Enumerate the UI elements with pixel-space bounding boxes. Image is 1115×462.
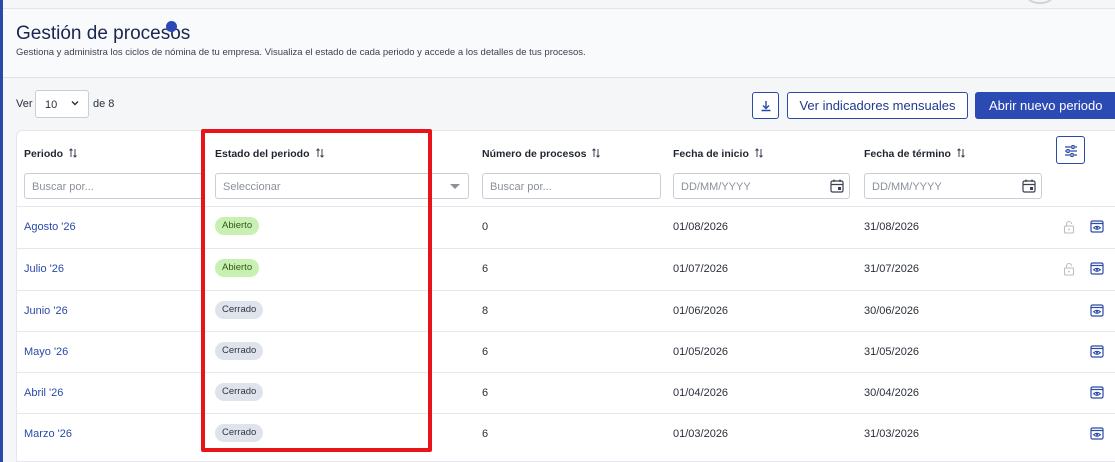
page-total-label: de 8 [93,98,115,110]
period-link[interactable]: Mayo '26 [24,346,68,358]
columns-settings-icon [1065,145,1077,157]
top-bar [0,0,1115,9]
table-row: Junio '26 Cerrado 8 01/06/2026 30/06/202… [17,290,1115,331]
period-link[interactable]: Julio '26 [24,263,64,275]
lock-icon[interactable] [1063,262,1075,276]
page-subtitle: Gestiona y administra los ciclos de nómi… [16,47,586,58]
lock-icon[interactable] [1063,220,1075,234]
period-link[interactable]: Agosto '26 [24,221,76,233]
column-header-start-date[interactable]: Fecha de inicio [673,147,764,160]
sort-icon[interactable] [68,147,78,159]
notification-dot [166,21,177,32]
calendar-icon[interactable] [829,178,845,194]
eye-icon[interactable] [1090,386,1104,399]
process-count: 0 [482,221,489,233]
column-header-end-date[interactable]: Fecha de término [864,147,966,160]
open-new-period-button[interactable]: Abrir nuevo periodo [975,92,1115,119]
calendar-icon[interactable] [1021,178,1037,194]
page: Gestión de procesos Gestiona y administr… [0,0,1115,462]
eye-icon[interactable] [1090,427,1104,440]
column-settings-button[interactable] [1056,136,1085,164]
process-count: 6 [482,263,489,275]
process-count: 6 [482,346,489,358]
end-date-input[interactable]: DD/MM/YYYY [864,173,1042,199]
end-date: 31/08/2026 [864,221,920,233]
end-date: 31/07/2026 [864,263,920,275]
download-icon [761,101,771,112]
page-size-label: Ver [16,98,33,110]
status-badge: Cerrado [215,424,264,442]
periods-table: Periodo Estado del periodo Número de pro… [16,130,1115,462]
end-date: 31/05/2026 [864,346,920,358]
page-size-value: 10 [45,99,58,111]
start-date-input[interactable]: DD/MM/YYYY [673,173,850,199]
eye-icon[interactable] [1090,262,1104,275]
status-select[interactable]: Seleccionar [215,173,469,199]
eye-icon[interactable] [1090,345,1104,358]
eye-icon[interactable] [1090,304,1104,317]
chevron-down-icon [71,101,79,106]
period-search-input[interactable]: Buscar por... [24,173,204,199]
table-row: Julio '26 Abierto 6 01/07/2026 31/07/202… [17,248,1115,290]
status-badge: Cerrado [215,342,264,360]
sort-icon[interactable] [315,147,325,159]
table-row: Mayo '26 Cerrado 6 01/05/2026 31/05/2026 [17,331,1115,372]
period-link[interactable]: Marzo '26 [24,428,72,440]
page-header: Gestión de procesos Gestiona y administr… [3,9,1115,78]
table-row: Marzo '26 Cerrado 6 01/03/2026 31/03/202… [17,413,1115,454]
end-date: 30/06/2026 [864,305,920,317]
process-count: 6 [482,428,489,440]
start-date: 01/06/2026 [673,305,729,317]
period-link[interactable]: Junio '26 [24,305,68,317]
status-badge: Abierto [215,259,260,277]
toolbar: Ver 10 de 8 Ver indicadores mensuales Ab… [0,78,1115,130]
status-badge: Cerrado [215,301,264,319]
process-count: 6 [482,387,489,399]
column-header-period[interactable]: Periodo [24,147,78,160]
start-date: 01/07/2026 [673,263,729,275]
start-date: 01/08/2026 [673,221,729,233]
eye-icon[interactable] [1090,220,1104,233]
start-date: 01/05/2026 [673,346,729,358]
table-row: Agosto '26 Abierto 0 01/08/2026 31/08/20… [17,206,1115,248]
processes-search-input[interactable]: Buscar por... [482,173,661,199]
process-count: 8 [482,305,489,317]
status-badge: Abierto [215,217,260,235]
start-date: 01/04/2026 [673,387,729,399]
table-row: Abril '26 Cerrado 6 01/04/2026 30/04/202… [17,372,1115,413]
caret-down-icon [450,184,460,189]
end-date: 30/04/2026 [864,387,920,399]
end-date: 31/03/2026 [864,428,920,440]
status-badge: Cerrado [215,383,264,401]
download-button[interactable] [752,92,779,119]
column-header-processes[interactable]: Número de procesos [482,147,601,160]
page-size-select[interactable]: 10 [35,90,89,118]
period-link[interactable]: Abril '26 [24,387,63,399]
sort-icon[interactable] [591,147,601,159]
column-header-status[interactable]: Estado del periodo [215,147,325,160]
sort-icon[interactable] [956,147,966,159]
page-title: Gestión de procesos [16,23,191,44]
monthly-indicators-button[interactable]: Ver indicadores mensuales [787,92,968,119]
start-date: 01/03/2026 [673,428,729,440]
sort-icon[interactable] [754,147,764,159]
